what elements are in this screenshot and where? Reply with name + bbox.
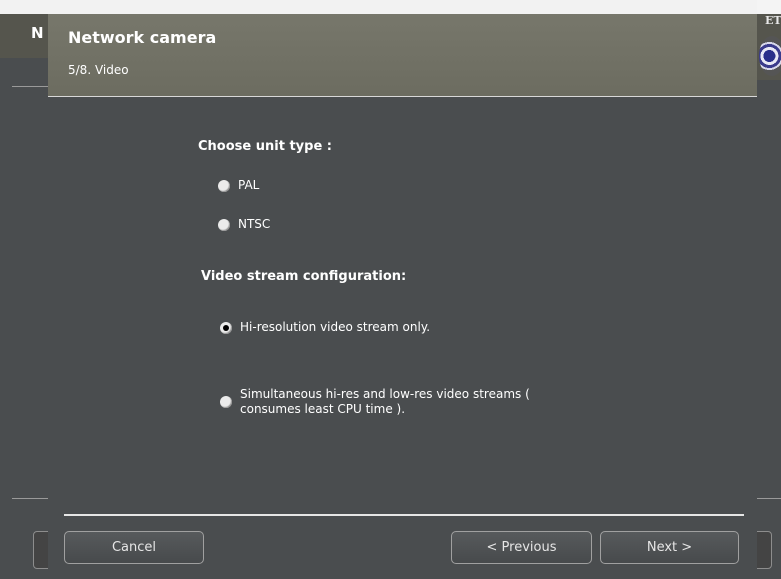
radio-option-pal[interactable]: PAL [218, 178, 259, 193]
parent-window-header: N [0, 14, 48, 58]
parent-window-right-panel [757, 80, 781, 579]
parent-window-left-panel [0, 58, 48, 579]
dialog-title: Network camera [68, 28, 217, 47]
logo-text: ET [765, 14, 781, 27]
parent-window-title-letter: N [31, 24, 44, 42]
radio-button-icon[interactable] [220, 396, 232, 408]
brand-logo-icon [759, 36, 781, 76]
radio-button-selected-icon[interactable] [220, 321, 232, 334]
radio-label: Simultaneous hi-res and low-res video st… [240, 387, 530, 416]
dialog-header: Network camera 5/8. Video [48, 14, 757, 96]
footer-divider [64, 514, 744, 516]
divider [757, 498, 781, 499]
next-button[interactable]: Next > [600, 531, 739, 564]
radio-option-hi-res-only[interactable]: Hi-resolution video stream only. [220, 320, 430, 335]
header-divider [48, 96, 757, 97]
radio-button-icon[interactable] [218, 179, 230, 192]
radio-label: NTSC [238, 217, 271, 231]
cancel-button[interactable]: Cancel [64, 531, 204, 564]
wizard-step-label: 5/8. Video [68, 63, 129, 77]
radio-label: PAL [238, 178, 260, 192]
parent-window-top-strip [757, 0, 781, 14]
previous-button[interactable]: < Previous [451, 531, 592, 564]
radio-button-icon[interactable] [218, 218, 230, 231]
divider [12, 498, 48, 499]
radio-option-ntsc[interactable]: NTSC [218, 217, 270, 232]
stream-config-heading: Video stream configuration: [201, 269, 407, 284]
unit-type-heading: Choose unit type : [198, 139, 332, 154]
network-camera-wizard-dialog: Network camera 5/8. Video Choose unit ty… [48, 14, 757, 579]
radio-option-simultaneous-streams[interactable]: Simultaneous hi-res and low-res video st… [220, 387, 540, 417]
radio-label: Hi-resolution video stream only. [240, 320, 431, 334]
divider [12, 86, 48, 87]
parent-window-logo-area: ET [757, 14, 781, 80]
